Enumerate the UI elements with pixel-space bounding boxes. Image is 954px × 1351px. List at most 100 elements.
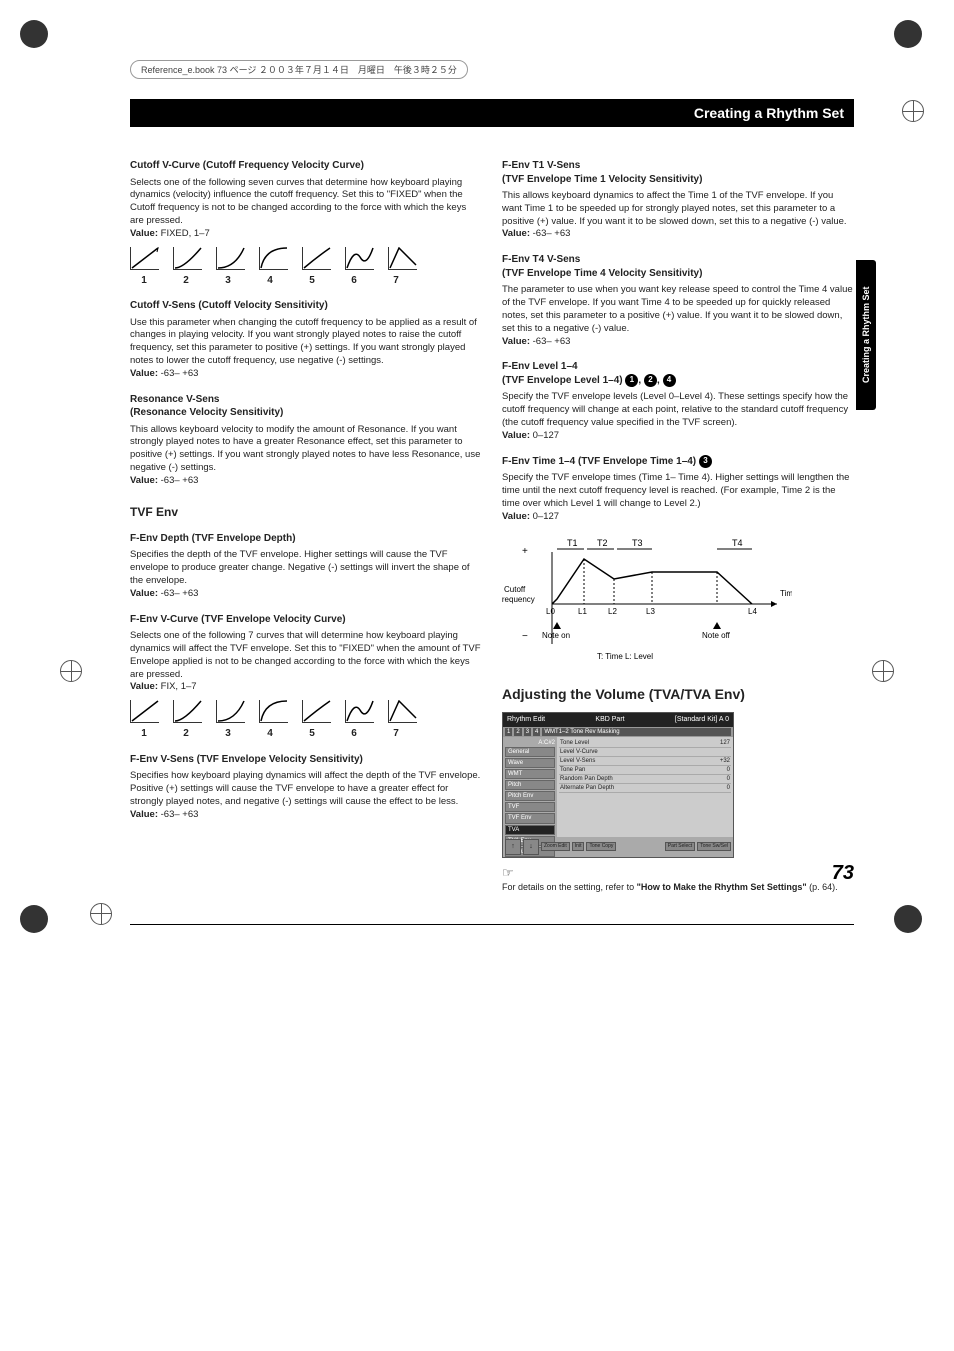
heading-line-1: F-Env Level 1–4 (502, 361, 578, 372)
svg-text:Note off: Note off (702, 631, 731, 640)
svg-text:T: Time L: Level: T: Time L: Level (597, 652, 653, 661)
svg-text:T3: T3 (632, 538, 643, 548)
value-fenv-time: 0–127 (533, 511, 559, 522)
ss-row-key: Tone Level (560, 739, 720, 747)
value-cutoff-v-curve: FIXED, 1–7 (161, 228, 210, 239)
ss-side-item-selected: TVA (505, 825, 555, 835)
svg-text:Frequency: Frequency (502, 595, 535, 604)
ss-tab: 3 (524, 728, 531, 736)
right-column: F-Env T1 V-Sens (TVF Envelope Time 1 Vel… (502, 147, 854, 894)
value-label: Value: (130, 228, 158, 239)
body-fenv-v-curve: Selects one of the following 7 curves th… (130, 630, 482, 681)
ref-circle-1: 1 (625, 374, 638, 387)
ss-side-item: Pitch (505, 780, 555, 790)
heading-line-1: Resonance V-Sens (130, 394, 219, 405)
value-label: Value: (502, 511, 530, 522)
value-label: Value: (502, 336, 530, 347)
curve-num: 6 (340, 274, 368, 288)
ss-footer: ↑ ↓ Zoom Edit Init Tone Copy Part Select… (503, 837, 733, 857)
svg-text:T2: T2 (597, 538, 608, 548)
ss-row-val: 0 (727, 784, 730, 792)
ss-row-key: Tone Pan (560, 766, 727, 774)
editor-screenshot: Rhythm Edit KBD Part [Standard Kit] A 0 … (502, 712, 734, 858)
body-fenv-t1-v-sens: This allows keyboard dynamics to affect … (502, 190, 854, 228)
svg-text:L4: L4 (748, 607, 757, 616)
ss-tab: 4 (533, 728, 540, 736)
heading-line-2: (Resonance Velocity Sensitivity) (130, 407, 283, 418)
ss-side-item: TVF Env (505, 813, 555, 823)
heading-adjusting-volume: Adjusting the Volume (TVA/TVA Env) (502, 685, 854, 704)
curve-num: 5 (298, 727, 326, 741)
ref-circle-3: 3 (699, 455, 712, 468)
ss-btn: Zoom Edit (541, 842, 570, 851)
body-fenv-v-sens: Specifies how keyboard playing dynamics … (130, 770, 482, 808)
curve-2 (173, 247, 202, 270)
ss-tab-row: 1 2 3 4 WMT1–2 Tone Rev Masking (503, 727, 733, 737)
body-fenv-t4-v-sens: The parameter to use when you want key r… (502, 284, 854, 335)
curve-num: 1 (130, 727, 158, 741)
curve-1 (130, 247, 159, 270)
ss-main: Tone Level127 Level V-Curve Level V-Sens… (557, 737, 733, 837)
ss-sidebar: A:C#2 General Wave WMT Pitch Pitch Env T… (503, 737, 557, 837)
curve-3 (216, 700, 245, 723)
svg-text:−: − (522, 631, 528, 642)
ss-row-key: Level V-Curve (560, 748, 730, 756)
ref-circle-4: 4 (663, 374, 676, 387)
pointing-hand-icon: ☞ (502, 865, 514, 880)
heading-fenv-t4-v-sens: F-Env T4 V-Sens (TVF Envelope Time 4 Vel… (502, 253, 854, 280)
value-label: Value: (130, 681, 158, 692)
body-fenv-time: Specify the TVF envelope times (Time 1– … (502, 472, 854, 510)
curve-6 (345, 247, 374, 270)
heading-line-1: F-Env T4 V-Sens (502, 254, 580, 265)
value-label: Value: (130, 809, 158, 820)
curve-7 (388, 700, 417, 723)
curve-5 (302, 247, 331, 270)
value-fenv-t4-v-sens: -63– +63 (533, 336, 571, 347)
heading-cutoff-v-curve: Cutoff V-Curve (Cutoff Frequency Velocit… (130, 159, 482, 173)
body-fenv-level: Specify the TVF envelope levels (Level 0… (502, 391, 854, 429)
curve-num: 1 (130, 274, 158, 288)
curve-num: 2 (172, 727, 200, 741)
curve-row-2 (130, 700, 482, 723)
heading-fenv-time: F-Env Time 1–4 (TVF Envelope Time 1–4) 3 (502, 455, 854, 469)
curve-4 (259, 247, 288, 270)
page-number: 73 (832, 862, 854, 885)
heading-fenv-depth: F-Env Depth (TVF Envelope Depth) (130, 532, 482, 546)
heading-resonance-v-sens: Resonance V-Sens (Resonance Velocity Sen… (130, 393, 482, 420)
ss-row-val: 0 (727, 775, 730, 783)
ss-side-item: WMT (505, 769, 555, 779)
curve-num: 5 (298, 274, 326, 288)
ss-btn: Tone Sw/Sel (697, 842, 731, 851)
curve-num: 3 (214, 727, 242, 741)
left-column: Cutoff V-Curve (Cutoff Frequency Velocit… (130, 147, 482, 894)
ss-arrow-up: ↑ (505, 839, 521, 855)
footnote-bold: "How to Make the Rhythm Set Settings" (637, 882, 807, 892)
value-resonance-v-sens: -63– +63 (161, 475, 199, 486)
footnote: ☞ For details on the setting, refer to "… (502, 864, 854, 894)
heading-line-2: (TVF Envelope Level 1–4) (502, 375, 625, 386)
curve-numbers-2: 1 2 3 4 5 6 7 (130, 727, 482, 741)
value-label: Value: (502, 430, 530, 441)
value-fenv-t1-v-sens: -63– +63 (533, 228, 571, 239)
value-fenv-v-curve: FIX, 1–7 (161, 681, 197, 692)
heading-line-2: (TVF Envelope Time 1 Velocity Sensitivit… (502, 174, 702, 185)
ss-row-val: +32 (720, 757, 730, 765)
curve-row-1 (130, 247, 482, 270)
curve-4 (259, 700, 288, 723)
svg-text:Cutoff: Cutoff (504, 585, 526, 594)
curve-num: 3 (214, 274, 242, 288)
svg-text:L0: L0 (546, 607, 555, 616)
ss-side-item: TVF (505, 802, 555, 812)
heading-cutoff-v-sens: Cutoff V-Sens (Cutoff Velocity Sensitivi… (130, 299, 482, 313)
body-resonance-v-sens: This allows keyboard velocity to modify … (130, 424, 482, 475)
curve-num: 4 (256, 727, 284, 741)
bottom-divider (130, 924, 854, 925)
curve-2 (173, 700, 202, 723)
curve-1 (130, 700, 159, 723)
svg-text:Note on: Note on (542, 631, 570, 640)
value-label: Value: (130, 368, 158, 379)
curve-5 (302, 700, 331, 723)
ss-arrow-down: ↓ (523, 839, 539, 855)
value-fenv-v-sens: -63– +63 (161, 809, 199, 820)
heading-tvf-env: TVF Env (130, 504, 482, 520)
